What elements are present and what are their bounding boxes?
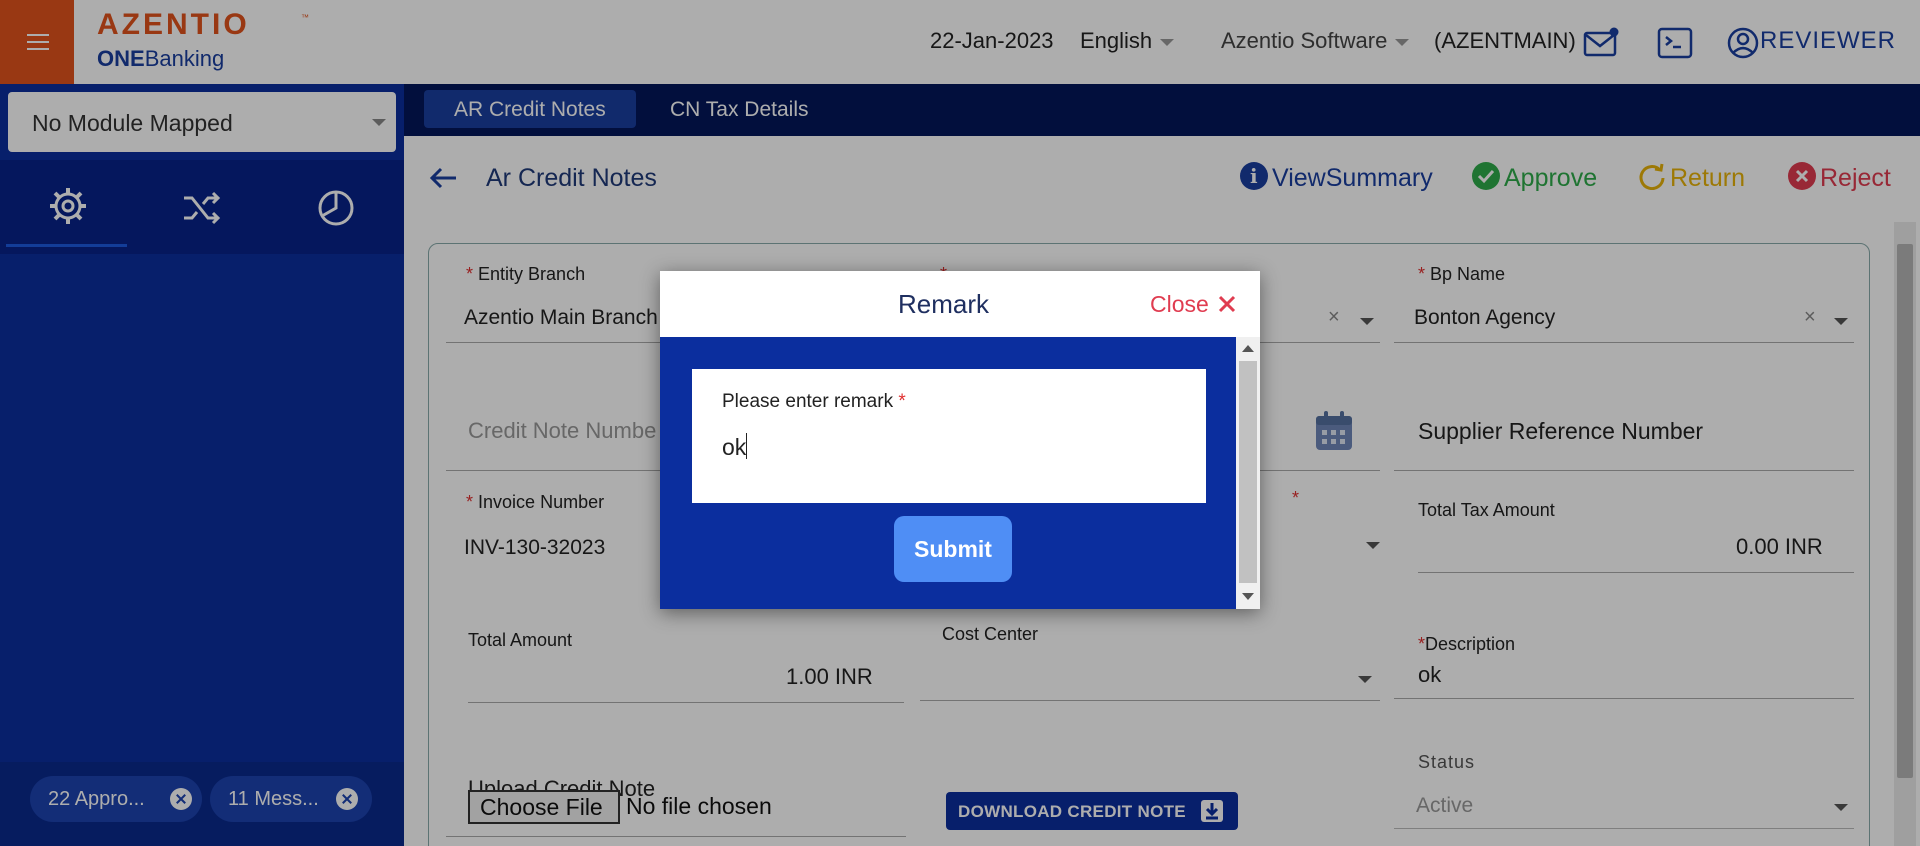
remark-dialog: Remark Close Please enter remark * ok Su… xyxy=(660,271,1260,609)
dialog-title: Remark xyxy=(898,289,990,319)
close-button[interactable]: Close xyxy=(1150,291,1237,318)
remark-input[interactable]: ok xyxy=(722,433,748,461)
text-cursor xyxy=(746,433,748,459)
scroll-down-icon[interactable] xyxy=(1242,593,1254,600)
close-icon xyxy=(1219,295,1236,313)
remark-field[interactable]: Please enter remark * ok xyxy=(692,369,1206,503)
submit-button[interactable]: Submit xyxy=(894,516,1012,582)
scroll-up-icon[interactable] xyxy=(1242,345,1254,352)
remark-input-value: ok xyxy=(722,434,747,460)
dialog-scrollbar-thumb[interactable] xyxy=(1239,361,1257,583)
remark-label: Please enter remark * xyxy=(722,391,906,412)
close-label: Close xyxy=(1150,291,1209,317)
